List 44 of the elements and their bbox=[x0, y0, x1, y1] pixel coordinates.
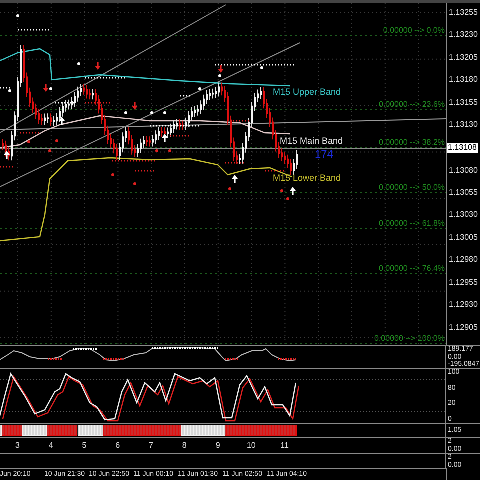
bar-number: 4 bbox=[48, 441, 54, 450]
price-label: 1.13130 bbox=[448, 120, 479, 132]
bar-number: 7 bbox=[148, 441, 154, 450]
bar-number: 8 bbox=[181, 441, 188, 450]
up-arrow-icon bbox=[162, 134, 168, 142]
down-arrow-icon bbox=[95, 62, 101, 70]
up-arrow-icon bbox=[232, 175, 238, 183]
up-arrow-icon bbox=[59, 117, 65, 125]
price-label: 1.13180 bbox=[448, 75, 479, 86]
price-label: 1.13230 bbox=[448, 30, 479, 42]
price-label: 1.12905 bbox=[448, 322, 479, 334]
price-label: 1.13055 bbox=[448, 188, 479, 199]
price-label: 1.12930 bbox=[448, 300, 479, 312]
bar-number: 9 bbox=[214, 441, 222, 450]
current-price-label: 1.13108 bbox=[447, 142, 478, 153]
fib-level-label: 0.00000 --> 61.8% bbox=[378, 219, 445, 228]
fib-level-label: 0.00000 --> 0.0% bbox=[383, 26, 445, 35]
down-arrow-icon bbox=[43, 84, 49, 92]
fib-level-label: 0.00000 --> 38.2% bbox=[378, 138, 445, 147]
down-arrow-icon bbox=[218, 65, 224, 73]
bar-count: 174 bbox=[315, 149, 334, 161]
up-arrow-icon bbox=[290, 187, 296, 195]
bar-number: 5 bbox=[81, 441, 88, 450]
band-label: M15 Lower Band bbox=[273, 173, 342, 183]
price-label: 1.12980 bbox=[448, 255, 479, 266]
bar-number: 6 bbox=[114, 441, 122, 450]
price-label: 1.12955 bbox=[448, 278, 479, 289]
bar-number: 3 bbox=[14, 441, 21, 450]
price-label: 1.13155 bbox=[448, 98, 479, 109]
bar-number: 10 bbox=[246, 441, 257, 450]
fib-level-label: 0.00000 --> 50.0% bbox=[378, 183, 445, 192]
fib-level-label: 0.00000 --> 76.4% bbox=[378, 264, 445, 273]
price-label: 1.13205 bbox=[448, 52, 479, 64]
band-label: M15 Main Band bbox=[280, 136, 344, 146]
up-arrow-icon bbox=[4, 151, 10, 159]
price-label: 1.13030 bbox=[448, 210, 479, 222]
bar-number: 11 bbox=[280, 441, 290, 450]
price-label: 1.13255 bbox=[448, 8, 479, 19]
price-label: 1.13080 bbox=[448, 166, 479, 177]
fib-level-label: 0.00000 --> 100.0% bbox=[374, 334, 445, 343]
fib-level-label: 0.00000 --> 23.6% bbox=[378, 100, 445, 109]
down-arrow-icon bbox=[132, 102, 138, 110]
band-label: M15 Upper Band bbox=[273, 87, 342, 97]
price-label: 1.13005 bbox=[448, 232, 479, 244]
